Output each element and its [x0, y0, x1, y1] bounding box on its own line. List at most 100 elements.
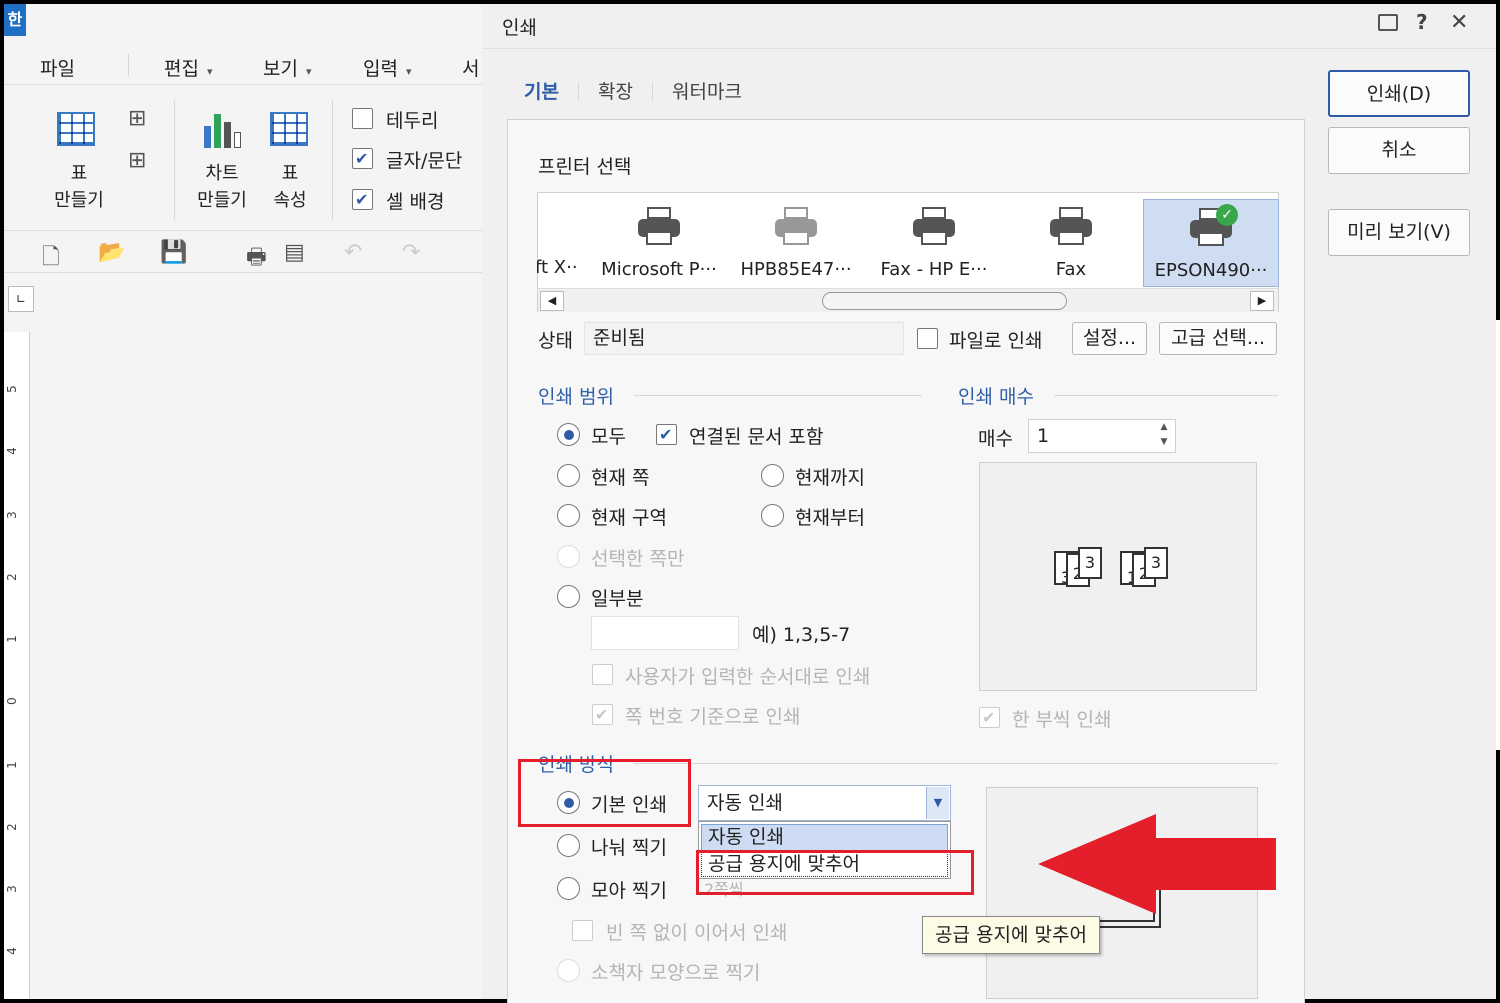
method-split-radio[interactable]	[557, 834, 580, 857]
copies-count-label: 매수	[978, 428, 1013, 450]
copies-heading: 인쇄 매수	[958, 386, 1034, 408]
text-paragraph-label: 글자/문단	[386, 150, 463, 172]
printer-icon	[775, 207, 817, 247]
ruler-number: 3	[4, 511, 19, 519]
printer-name: Fax	[1055, 259, 1087, 280]
scroll-right-icon[interactable]: ▶	[1250, 291, 1274, 311]
range-selected-radio[interactable]	[557, 545, 580, 568]
open-folder-icon[interactable]: 📂	[98, 240, 125, 265]
table-properties-button[interactable]: 표 속성	[262, 104, 318, 214]
collate-page-icon: 3	[1078, 547, 1102, 579]
printer-scrollbar[interactable]: ◀ ▶	[538, 288, 1278, 312]
section-line	[634, 763, 1278, 764]
range-from-current-radio[interactable]	[761, 504, 784, 527]
printer-item[interactable]: HPB85E47···	[728, 199, 864, 287]
ruler-number: 1	[4, 761, 19, 769]
range-to-current-radio[interactable]	[761, 464, 784, 487]
table-erase-icon[interactable]: ⊞	[128, 148, 146, 173]
range-to-current-label: 현재까지	[795, 467, 865, 489]
chevron-down-icon[interactable]: ▼	[926, 787, 949, 819]
text-paragraph-checkbox[interactable]	[352, 148, 373, 169]
printer-icon	[638, 207, 680, 247]
collate-page-icon: 3	[1144, 547, 1168, 579]
dialog-titlebar: 인쇄 ? ✕	[482, 4, 1496, 49]
save-icon[interactable]: 💾	[160, 240, 187, 265]
printer-icon: ✓	[1190, 204, 1238, 248]
toolbar-divider	[4, 230, 482, 231]
collate-checkbox[interactable]	[979, 707, 1000, 728]
undo-icon[interactable]: ↶	[344, 240, 362, 265]
range-from-current-label: 현재부터	[795, 507, 865, 529]
tab-watermark[interactable]: 워터마크	[672, 77, 742, 104]
table-icon	[57, 112, 95, 146]
range-partial-label: 일부분	[591, 588, 644, 610]
continuous-checkbox[interactable]	[572, 920, 593, 941]
scroll-thumb[interactable]	[822, 292, 1067, 310]
create-chart-button[interactable]: 차트 만들기	[190, 104, 254, 214]
tab-stop-icon[interactable]: ∟	[8, 286, 34, 312]
status-label: 상태	[538, 330, 573, 352]
print-to-file-label: 파일로 인쇄	[949, 330, 1043, 352]
range-partial-radio[interactable]	[557, 585, 580, 608]
ruler-number: 5	[4, 385, 19, 393]
range-current-section-radio[interactable]	[557, 504, 580, 527]
annotation-box	[696, 850, 974, 895]
close-icon[interactable]: ✕	[1450, 10, 1468, 35]
printer-name: Microsoft P···	[601, 259, 717, 280]
tab-basic[interactable]: 기본	[524, 77, 559, 104]
method-split-label: 나눠 찍기	[591, 837, 667, 859]
printer-item[interactable]: Microsoft P···	[591, 199, 727, 287]
settings-button[interactable]: 설정...	[1072, 322, 1147, 355]
include-linked-checkbox[interactable]	[656, 424, 677, 445]
border-checkbox[interactable]	[352, 108, 373, 129]
ruler-number: 2	[4, 823, 19, 831]
printer-item[interactable]: ft X···	[537, 199, 577, 287]
advanced-button[interactable]: 고급 선택...	[1159, 322, 1277, 355]
collate-label: 한 부씩 인쇄	[1012, 709, 1112, 731]
printer-item[interactable]: Fax	[1003, 199, 1139, 287]
print-button[interactable]: 인쇄(D)	[1328, 70, 1470, 117]
section-line	[634, 395, 922, 396]
menu-edit[interactable]: 편집	[164, 54, 213, 81]
menu-insert[interactable]: 입력	[363, 54, 412, 81]
range-all-radio[interactable]	[557, 423, 580, 446]
background-window-edge	[1496, 320, 1500, 750]
printer-item[interactable]: Fax - HP E···	[866, 199, 1002, 287]
annotation-box	[518, 759, 691, 827]
cancel-button[interactable]: 취소	[1328, 127, 1470, 174]
scroll-left-icon[interactable]: ◀	[540, 291, 564, 311]
print-preview-icon[interactable]: ▤	[284, 240, 305, 265]
booklet-radio[interactable]	[557, 959, 580, 982]
tab-divider	[578, 82, 579, 100]
print-method-select[interactable]: 자동 인쇄	[698, 785, 951, 821]
printer-name: HPB85E47···	[740, 259, 852, 280]
border-label: 테두리	[386, 110, 439, 132]
print-to-file-checkbox[interactable]	[917, 328, 938, 349]
feedback-icon[interactable]	[1378, 14, 1398, 31]
menu-file[interactable]: 파일	[40, 54, 75, 81]
menu-view[interactable]: 보기	[263, 54, 312, 81]
status-field: 준비됨	[584, 322, 904, 355]
preview-button[interactable]: 미리 보기(V)	[1328, 209, 1470, 256]
copies-stepper[interactable]: ▲ ▼	[1154, 420, 1174, 452]
ruler-number: 4	[4, 447, 19, 455]
create-table-button[interactable]: 표 만들기	[39, 104, 119, 214]
tab-extended[interactable]: 확장	[598, 77, 633, 104]
printer-select-label: 프린터 선택	[538, 156, 632, 178]
redo-icon[interactable]: ↷	[402, 240, 420, 265]
printer-item-selected[interactable]: ✓ EPSON490···	[1143, 199, 1279, 287]
ribbon-divider	[332, 100, 333, 220]
page-number-checkbox[interactable]	[592, 704, 613, 725]
table-edit-icon[interactable]: ⊞	[128, 106, 146, 131]
user-order-checkbox[interactable]	[592, 664, 613, 685]
help-icon[interactable]: ?	[1416, 10, 1428, 34]
printer-icon	[1050, 207, 1092, 247]
dropdown-option-auto[interactable]: 자동 인쇄	[701, 824, 948, 851]
create-chart-label: 차트 만들기	[197, 163, 247, 211]
tab-divider	[652, 82, 653, 100]
menu-format[interactable]: 서	[462, 54, 479, 81]
cell-bg-checkbox[interactable]	[352, 189, 373, 210]
range-current-page-radio[interactable]	[557, 464, 580, 487]
partial-range-input[interactable]	[591, 616, 739, 650]
method-gather-radio[interactable]	[557, 877, 580, 900]
